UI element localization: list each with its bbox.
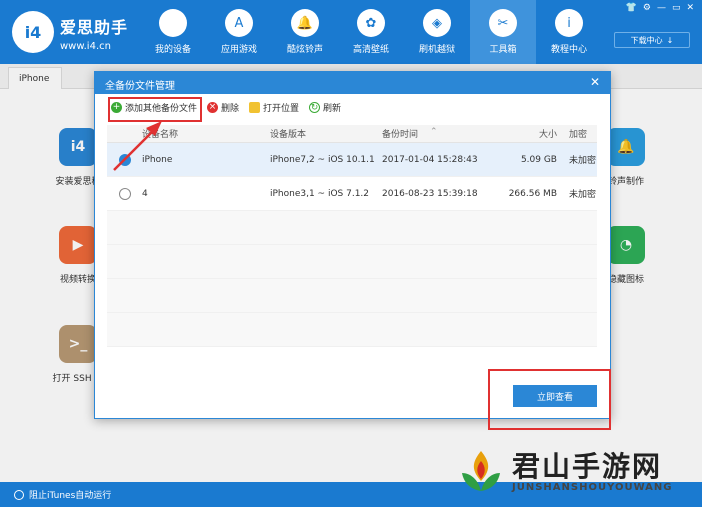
empty-row [107,211,597,245]
cell-size: 5.09 GB [520,154,557,165]
watermark-en: JUNSHANSHOUYOUWANG [512,481,673,493]
cell-encrypted: 未加密 [569,190,597,200]
nav-flash-jailbreak[interactable]: ◈ 刷机越狱 [404,0,470,64]
watermark-text: 君山手游网 JUNSHANSHOUYOUWANG [512,449,673,493]
add-button-highlight [108,97,202,122]
app-store-icon: A [225,9,253,37]
settings-icon[interactable]: ⚙ [643,3,651,13]
open-location-button[interactable]: 打开位置 [249,101,299,114]
backup-table: 设备名称 设备版本 备份时间 ⌃ 大小 加密 iPhone iPhone7,2 … [107,125,597,347]
cell-time: 2016-08-23 15:39:18 [382,188,478,199]
nav-ringtones[interactable]: 🔔 酷炫铃声 [272,0,338,64]
close-icon[interactable]: ✕ [590,75,600,89]
download-icon: ↓ [666,35,674,45]
nav-label: 酷炫铃声 [286,45,323,55]
nav-label: 应用游戏 [220,45,257,55]
nav-tutorials[interactable]: i 教程中心 [536,0,602,64]
check-circle-icon [14,489,24,500]
refresh-label: 刷新 [323,103,342,114]
nav-toolbox[interactable]: ✂ 工具箱 [470,0,536,64]
delete-icon: × [207,101,219,113]
nav-wallpapers[interactable]: ✿ 高清壁纸 [338,0,404,64]
close-icon[interactable]: ✕ [686,3,694,13]
info-icon: i [555,9,583,37]
skin-icon[interactable]: 👕 [626,3,637,13]
i4-logo: i4 [12,11,54,53]
dialog-title: 全备份文件管理 [105,81,175,92]
nav-label: 高清壁纸 [352,45,389,55]
nav-apps-games[interactable]: A 应用游戏 [206,0,272,64]
dropbox-icon: ◈ [423,9,451,37]
delete-label: 删除 [221,103,240,114]
empty-row [107,313,597,347]
nav-my-device[interactable]: 我的设备 [140,0,206,64]
table-row[interactable]: iPhone iPhone7,2 ~ iOS 10.1.1 2017-01-04… [107,143,597,177]
cell-name: iPhone [107,153,270,166]
bell-icon: 🔔 [291,9,319,37]
radio-selected[interactable] [119,153,131,166]
download-center-button[interactable]: 下载中心 ↓ [614,32,690,48]
delete-button[interactable]: × 删除 [207,101,239,114]
device-name: 4 [142,188,148,199]
apple-icon [159,9,187,37]
col-encrypted[interactable]: 加密 [557,127,597,140]
col-device-name[interactable]: 设备名称 [107,127,270,140]
watermark-cn: 君山手游网 [512,449,663,483]
top-header: i4 爱思助手 www.i4.cn 我的设备 A 应用游戏 🔔 酷炫铃声 ✿ 高… [0,0,702,64]
itunes-label: 阻止iTunes自动运行 [29,491,112,501]
main-nav: 我的设备 A 应用游戏 🔔 酷炫铃声 ✿ 高清壁纸 ◈ 刷机越狱 ✂ 工具箱 i… [140,0,602,64]
watermark: 君山手游网 JUNSHANSHOUYOUWANG [456,447,673,497]
view-now-button[interactable]: 立即查看 [513,385,597,407]
refresh-icon: ↻ [309,101,321,113]
empty-row [107,279,597,313]
cell-encrypted: 未加密 [569,156,597,166]
flower-icon: ✿ [357,9,385,37]
col-device-version[interactable]: 设备版本 [270,127,382,140]
block-itunes-toggle[interactable]: 阻止iTunes自动运行 [14,488,111,501]
minimize-icon[interactable]: — [657,3,666,13]
maximize-icon[interactable]: ▭ [672,3,681,13]
radio-unselected[interactable] [119,187,131,200]
cell-version: iPhone3,1 ~ iOS 7.1.2 [270,188,370,199]
table-row[interactable]: 4 iPhone3,1 ~ iOS 7.1.2 2016-08-23 15:39… [107,177,597,211]
window-controls: 👕 ⚙ — ▭ ✕ [626,3,694,13]
open-location-label: 打开位置 [263,103,300,114]
cell-size: 266.56 MB [508,188,557,199]
cell-name: 4 [107,187,270,200]
col-size[interactable]: 大小 [492,127,557,140]
dialog-title-bar: 全备份文件管理 ✕ [95,72,610,94]
brand-url: www.i4.cn [60,41,111,52]
col-time-label: 备份时间 [382,130,419,140]
table-header: 设备名称 设备版本 备份时间 ⌃ 大小 加密 [107,125,597,143]
refresh-button[interactable]: ↻ 刷新 [309,101,341,114]
tools-icon: ✂ [489,9,517,37]
nav-label: 工具箱 [489,45,517,55]
nav-label: 刷机越狱 [418,45,455,55]
device-name: iPhone [142,154,173,165]
cell-time: 2017-01-04 15:28:43 [382,154,478,165]
flame-logo-icon [462,451,500,491]
download-label: 下载中心 [630,35,663,45]
brand-name: 爱思助手 [60,18,129,37]
col-backup-time[interactable]: 备份时间 ⌃ [382,127,492,140]
brand: 爱思助手 www.i4.cn [60,14,128,52]
folder-icon [249,101,261,113]
cell-version: iPhone7,2 ~ iOS 10.1.1 [270,154,375,165]
empty-row [107,245,597,279]
nav-label: 我的设备 [154,45,191,55]
sort-icon: ⌃ [430,127,438,137]
nav-label: 教程中心 [550,45,587,55]
